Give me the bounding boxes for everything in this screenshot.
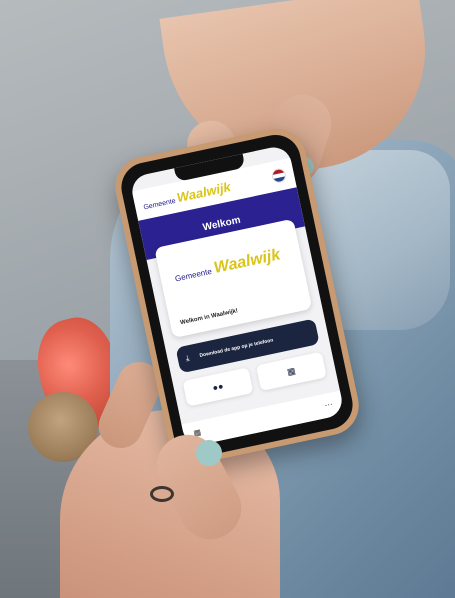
card-logo-prefix: Gemeente: [174, 266, 213, 284]
finger-ring: [150, 486, 174, 502]
calendar-icon: ▦: [286, 365, 297, 377]
phone-screen: Gemeente Waalwijk Welkom Gemeente Waalwi…: [129, 144, 345, 448]
logo-name: Waalwijk: [175, 178, 232, 205]
download-icon: ⤓: [184, 353, 191, 363]
download-label: Download de app op je telefoon: [199, 337, 274, 360]
more-icon: ⋯: [323, 399, 334, 411]
photo-scene: Gemeente Waalwijk Welkom Gemeente Waalwi…: [0, 0, 455, 598]
tile-people[interactable]: ●●: [182, 367, 254, 407]
welcome-message: Welkom in Waalwijk!: [179, 308, 239, 327]
tile-calendar[interactable]: ▦: [255, 351, 327, 392]
logo-prefix: Gemeente: [142, 197, 177, 211]
nav-more[interactable]: ⋯: [323, 399, 334, 411]
card-logo: Gemeente Waalwijk: [173, 246, 282, 286]
dutch-flag-icon[interactable]: [270, 167, 288, 184]
card-logo-name: Waalwijk: [212, 246, 282, 277]
people-icon: ●●: [211, 380, 225, 393]
